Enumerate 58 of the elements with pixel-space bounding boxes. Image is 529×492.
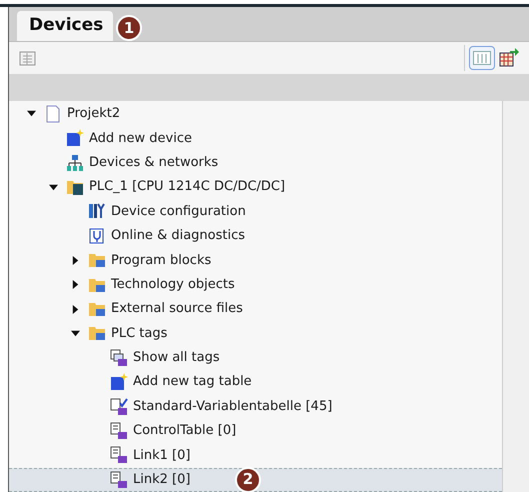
columns-icon — [473, 50, 491, 65]
tree-item[interactable]: Online & diagnostics — [9, 224, 502, 248]
tree-item[interactable]: Standard-Variablentabelle [45] — [9, 394, 502, 419]
collapse-arrow-icon[interactable] — [26, 109, 36, 118]
tree-item[interactable]: Link2 [0] 2 — [9, 468, 502, 492]
tree-item-label: Link1 [0] — [133, 446, 190, 465]
tree-item-label: Program blocks — [111, 252, 212, 270]
tree-item[interactable]: Devices & networks — [9, 150, 502, 175]
tag-table-icon — [110, 398, 128, 416]
tree-item[interactable]: Add new device — [9, 126, 502, 151]
expand-arrow-icon[interactable] — [70, 304, 80, 314]
callout-badge: 1 — [116, 15, 142, 41]
tree-item[interactable]: Link1 [0] — [9, 443, 502, 468]
tree-item-label: Online & diagnostics — [111, 227, 246, 246]
folder-icon — [88, 251, 106, 270]
toolbar-icon[interactable] — [19, 48, 37, 67]
tree-item[interactable]: PLC tags — [9, 321, 502, 346]
tree-item[interactable]: PLC_1 [CPU 1214C DC/DC/DC] — [9, 174, 502, 200]
table-export-icon[interactable] — [499, 48, 519, 68]
folder-icon — [88, 324, 106, 342]
tree-item-label: PLC tags — [111, 324, 168, 343]
tag-table-icon — [110, 470, 128, 489]
tag-table-icon — [110, 422, 128, 440]
tree-item-label: Devices & networks — [89, 154, 218, 172]
expand-arrow-icon[interactable] — [70, 256, 80, 265]
tree-item[interactable]: External source files — [9, 296, 502, 322]
tree-item-label: External source files — [111, 300, 243, 318]
tree-item[interactable]: ControlTable [0] — [9, 418, 502, 444]
tree-item[interactable]: Add new tag table — [9, 370, 502, 394]
tree-item-label: Add new device — [89, 130, 192, 148]
tree-item-label: Add new tag table — [133, 373, 252, 392]
tree-item[interactable]: Show all tags — [9, 346, 502, 370]
folder-icon — [88, 300, 106, 318]
tree-item-label: ControlTable [0] — [133, 422, 236, 440]
tree-item[interactable]: Projekt2 — [9, 102, 502, 126]
tree-item-label: PLC_1 [CPU 1214C DC/DC/DC] — [89, 178, 286, 196]
expand-arrow-icon[interactable] — [70, 280, 80, 290]
devices-tab[interactable]: Devices — [17, 10, 113, 41]
tree-item-label: Standard-Variablentabelle [45] — [133, 398, 332, 416]
tree-item[interactable]: Program blocks — [9, 248, 502, 272]
tree-item[interactable]: Device configuration — [9, 199, 502, 224]
tree-item[interactable]: Technology objects — [9, 272, 502, 297]
folder-icon — [66, 178, 84, 196]
collapse-arrow-icon[interactable] — [48, 182, 58, 192]
config-icon — [88, 202, 106, 220]
tags-icon — [110, 348, 128, 367]
tree-item-label: Link2 [0] — [133, 471, 190, 490]
collapse-arrow-icon[interactable] — [70, 328, 80, 338]
add-icon — [110, 373, 128, 392]
tag-table-icon — [110, 446, 128, 464]
add-icon — [66, 129, 84, 148]
callout-badge: 2 — [235, 466, 261, 492]
network-icon — [66, 154, 84, 172]
tree-item-label: Technology objects — [111, 276, 235, 294]
tree-item-label: Show all tags — [133, 349, 220, 368]
tree-item-label: Projekt2 — [67, 105, 120, 124]
document-icon — [44, 104, 62, 123]
tree-item-label: Device configuration — [111, 202, 246, 221]
